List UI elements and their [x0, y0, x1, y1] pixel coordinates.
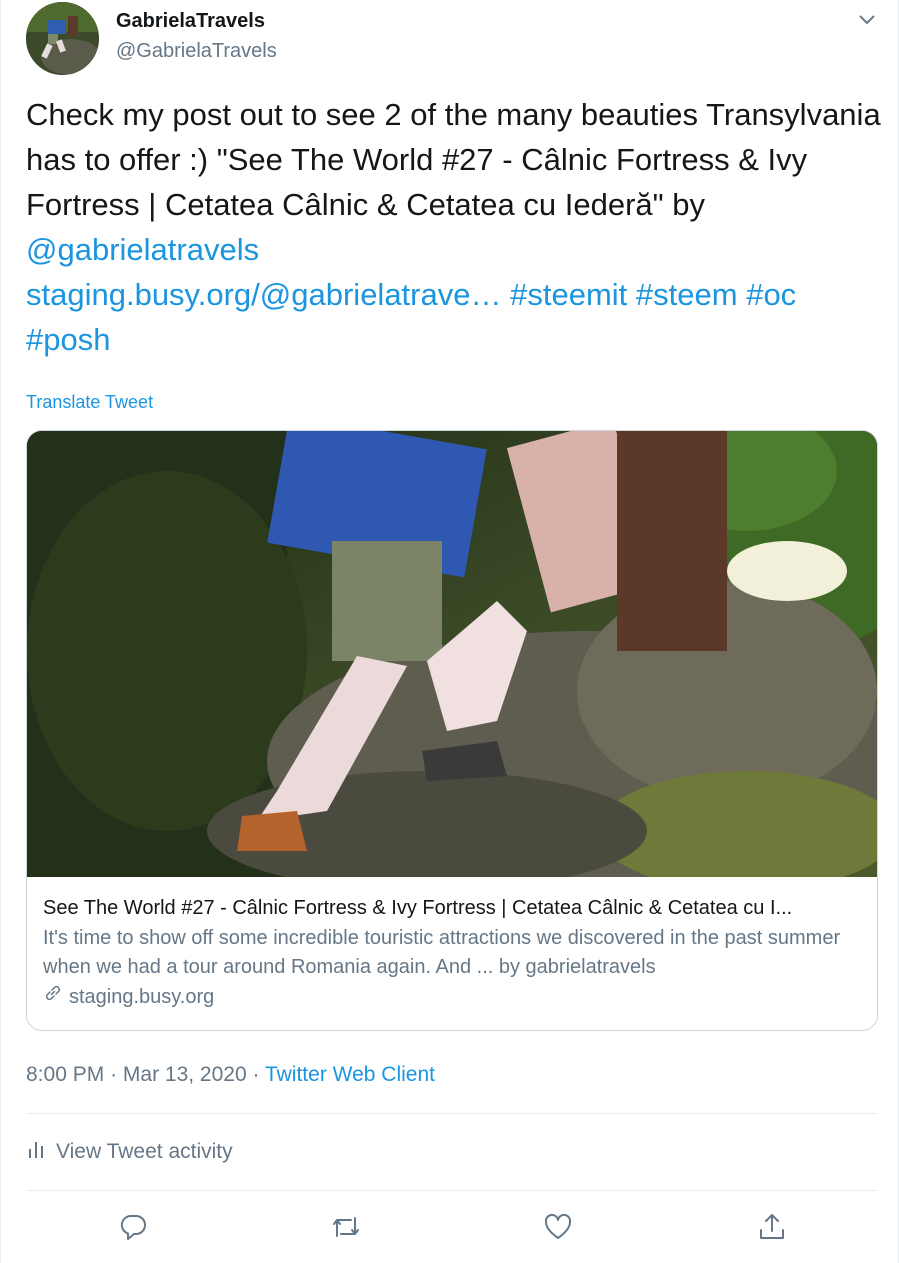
tweet-time[interactable]: 8:00 PM: [26, 1063, 104, 1086]
handle[interactable]: @GabrielaTravels: [116, 40, 277, 63]
view-activity-button[interactable]: View Tweet activity: [26, 1138, 233, 1166]
divider: [26, 1113, 878, 1114]
tweet-meta: 8:00 PM · Mar 13, 2020 · Twitter Web Cli…: [26, 1063, 435, 1087]
card-domain-row: staging.busy.org: [43, 983, 865, 1012]
bar-chart-icon: [26, 1138, 46, 1166]
link-icon: [43, 983, 63, 1012]
card-title: See The World #27 - Câlnic Fortress & Iv…: [43, 897, 793, 919]
reply-icon[interactable]: [116, 1210, 150, 1244]
tweet-body: Check my post out to see 2 of the many b…: [26, 97, 881, 222]
hashtag-steem[interactable]: #steem: [636, 277, 738, 312]
hashtag-posh[interactable]: #posh: [26, 322, 110, 357]
display-name[interactable]: GabrielaTravels: [116, 10, 265, 33]
divider: [26, 1190, 878, 1191]
hashtag-oc[interactable]: #oc: [746, 277, 796, 312]
card-domain: staging.busy.org: [69, 986, 215, 1008]
card-body: See The World #27 - Câlnic Fortress & Iv…: [43, 894, 865, 1012]
tweet-text: Check my post out to see 2 of the many b…: [26, 92, 886, 362]
translate-tweet-link[interactable]: Translate Tweet: [26, 392, 153, 413]
mention-link[interactable]: @gabrielatravels: [26, 232, 259, 267]
card-description: It's time to show off some incredible to…: [43, 927, 841, 978]
retweet-icon[interactable]: [329, 1210, 363, 1244]
hashtag-steemit[interactable]: #steemit: [510, 277, 627, 312]
card-image: [27, 431, 877, 877]
tweet-date[interactable]: Mar 13, 2020: [123, 1063, 247, 1086]
meta-separator: ·: [252, 1063, 260, 1086]
like-icon[interactable]: [541, 1210, 575, 1244]
avatar[interactable]: [26, 2, 99, 75]
share-icon[interactable]: [755, 1210, 789, 1244]
chevron-down-icon[interactable]: [855, 8, 879, 32]
url-link[interactable]: staging.busy.org/@gabrielatrave…: [26, 277, 501, 312]
view-activity-label: View Tweet activity: [56, 1140, 233, 1163]
link-card[interactable]: See The World #27 - Câlnic Fortress & Iv…: [26, 430, 878, 1031]
client-link[interactable]: Twitter Web Client: [265, 1063, 435, 1086]
meta-separator: ·: [110, 1063, 118, 1086]
